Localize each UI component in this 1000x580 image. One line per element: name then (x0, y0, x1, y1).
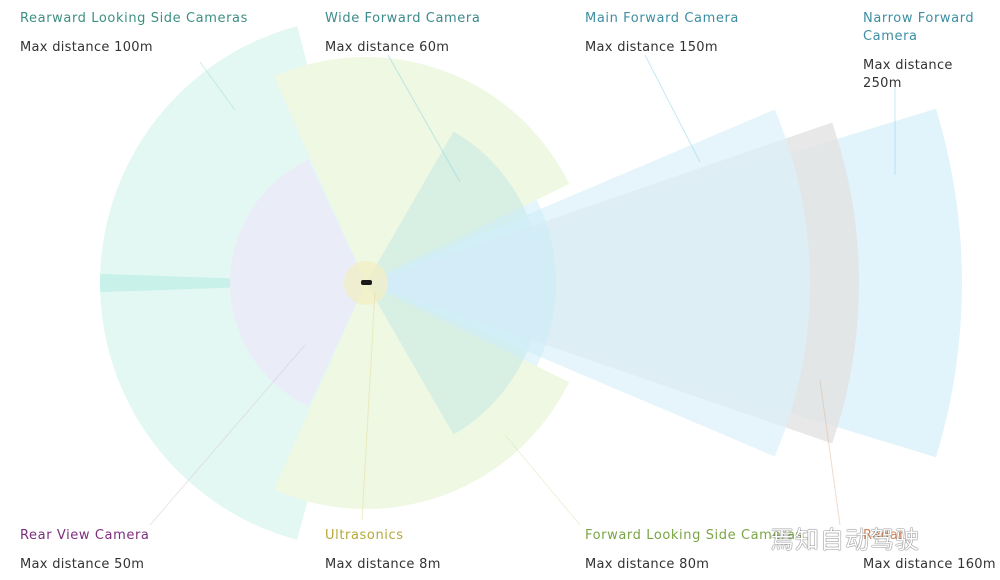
sensor-coverage-diagram (100, 26, 962, 540)
sensor-distance: Max distance 60m (325, 40, 450, 55)
sensor-distance: Max distance 50m (20, 557, 145, 572)
label-narrow-forward-camera: Narrow Forward Camera Max distance 250m (863, 10, 993, 93)
label-main-forward-camera: Main Forward Camera Max distance 150m (585, 10, 739, 57)
sensor-distance: Max distance 100m (20, 40, 153, 55)
sensor-distance: Max distance 8m (325, 557, 441, 572)
sensor-distance: Max distance 80m (585, 557, 710, 572)
car-icon (361, 280, 372, 285)
sensor-distance: Max distance 150m (585, 40, 718, 55)
sensor-distance: Max distance 160m (863, 557, 996, 572)
sensor-name: Rearward Looking Side Cameras (20, 11, 248, 26)
sensor-name: Rear View Camera (20, 528, 150, 543)
label-rearward-side-cameras: Rearward Looking Side Cameras Max distan… (20, 10, 248, 57)
leader-forward-side (504, 434, 581, 526)
label-wide-forward-camera: Wide Forward Camera Max distance 60m (325, 10, 480, 57)
watermark: 焉知自动驾驶 (770, 526, 920, 554)
sensor-name: Main Forward Camera (585, 11, 739, 26)
sensor-distance: Max distance 250m (863, 58, 953, 91)
sensor-name: Narrow Forward Camera (863, 11, 975, 44)
label-rear-view-camera: Rear View Camera Max distance 50m (20, 527, 150, 574)
sensor-name: Wide Forward Camera (325, 11, 481, 26)
leader-main (644, 54, 701, 163)
sensor-name: Ultrasonics (325, 528, 404, 543)
label-ultrasonics: Ultrasonics Max distance 8m (325, 527, 441, 574)
